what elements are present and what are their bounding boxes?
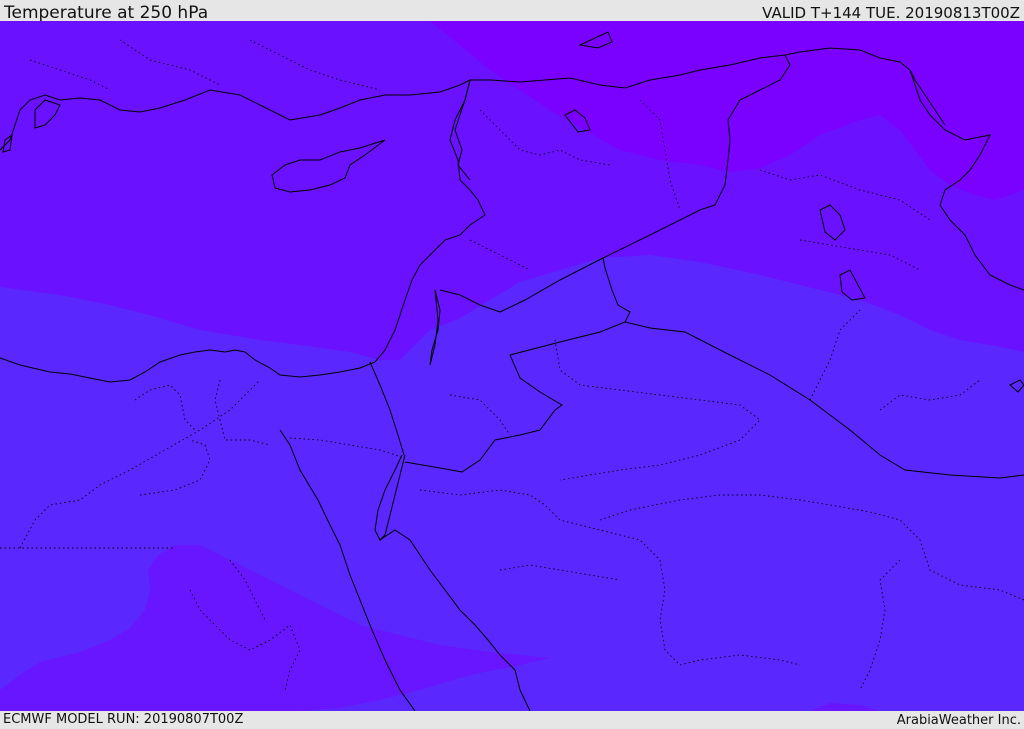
model-run-label: ECMWF MODEL RUN: 20190807T00Z [3, 712, 244, 727]
weather-map[interactable] [0, 21, 1024, 711]
footer-bar: ECMWF MODEL RUN: 20190807T00Z ArabiaWeat… [0, 711, 1024, 729]
header-bar: Temperature at 250 hPa VALID T+144 TUE. … [0, 0, 1024, 23]
brand-label: ArabiaWeather Inc. [896, 713, 1021, 728]
valid-time: VALID T+144 TUE. 20190813T00Z [762, 4, 1020, 22]
map-title: Temperature at 250 hPa [4, 3, 209, 23]
